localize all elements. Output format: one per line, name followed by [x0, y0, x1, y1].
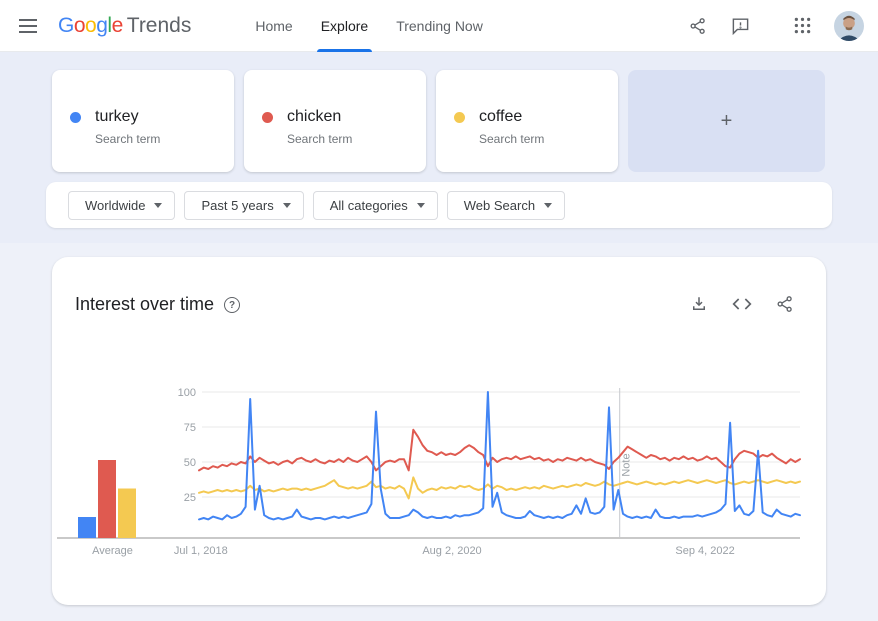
logo-letter: g	[96, 14, 107, 37]
term-card-chicken[interactable]: chicken Search term	[244, 70, 426, 172]
x-tick-label: Jul 1, 2018	[174, 545, 228, 557]
content: Interest over time ?	[0, 243, 878, 621]
average-bar-chicken	[98, 460, 116, 538]
y-tick-label: 75	[184, 422, 196, 434]
term-label: turkey	[95, 108, 160, 126]
hamburger-icon	[19, 19, 37, 33]
share-icon	[689, 17, 707, 35]
google-trends-logo[interactable]: Google Trends	[58, 14, 191, 38]
card-title: Interest over time	[75, 294, 214, 315]
term-cards-row: turkey Search term chicken Search term c…	[52, 70, 826, 172]
term-card-turkey[interactable]: turkey Search term	[52, 70, 234, 172]
term-label: chicken	[287, 108, 352, 126]
plus-icon: +	[721, 110, 733, 133]
add-comparison-card[interactable]: +	[628, 70, 825, 172]
series-line-chicken	[199, 430, 800, 471]
term-type: Search term	[479, 132, 544, 146]
term-type: Search term	[287, 132, 352, 146]
chevron-down-icon	[544, 203, 552, 208]
help-icon[interactable]: ?	[224, 297, 240, 313]
share-chart-button[interactable]	[774, 293, 796, 315]
logo-letter: o	[85, 14, 96, 37]
filters-bar: Worldwide Past 5 years All categories We…	[46, 182, 832, 228]
average-bar-coffee	[118, 489, 136, 539]
y-tick-label: 25	[184, 492, 196, 504]
turkey-color-dot	[70, 112, 81, 123]
term-label: coffee	[479, 108, 544, 126]
logo-letter: e	[112, 14, 123, 37]
nav-trending-now[interactable]: Trending Now	[382, 0, 497, 52]
category-dropdown[interactable]: All categories	[313, 191, 438, 220]
chart-actions	[688, 293, 796, 315]
nav-explore[interactable]: Explore	[307, 0, 382, 52]
term-card-coffee[interactable]: coffee Search term	[436, 70, 618, 172]
interest-over-time-chart[interactable]: 25 50 75 100 Note Jul 1, 2018 Aug 2, 2020 Sep 4…	[52, 315, 826, 605]
y-tick-label: 50	[184, 457, 196, 469]
series-line-coffee	[199, 477, 800, 498]
chevron-down-icon	[283, 203, 291, 208]
chevron-down-icon	[417, 203, 425, 208]
download-button[interactable]	[688, 293, 710, 315]
share-icon	[776, 295, 794, 313]
avatar-photo	[834, 11, 864, 41]
note-label: Note	[621, 453, 633, 476]
interest-over-time-card: Interest over time ?	[52, 257, 826, 605]
card-header: Interest over time ?	[52, 257, 826, 315]
apps-button[interactable]	[784, 8, 820, 44]
feedback-button[interactable]	[722, 8, 758, 44]
search-type-dropdown[interactable]: Web Search	[447, 191, 565, 220]
page: Google Trends Home Explore Trending Now	[0, 0, 878, 621]
download-icon	[690, 295, 708, 313]
term-type: Search term	[95, 132, 160, 146]
nav-home[interactable]: Home	[241, 0, 306, 52]
share-button[interactable]	[680, 8, 716, 44]
avatar[interactable]	[834, 11, 864, 41]
menu-button[interactable]	[8, 6, 48, 46]
logo-letter: G	[58, 14, 74, 37]
logo-letter: o	[74, 14, 85, 37]
coffee-color-dot	[454, 112, 465, 123]
feedback-icon	[731, 16, 750, 35]
main-nav: Home Explore Trending Now	[241, 0, 496, 52]
series-line-turkey	[199, 392, 800, 519]
x-tick-label: Sep 4, 2022	[675, 545, 734, 557]
app-header: Google Trends Home Explore Trending Now	[0, 0, 878, 52]
y-tick-label: 100	[178, 387, 196, 399]
region-dropdown[interactable]: Worldwide	[68, 191, 175, 220]
x-tick-label: Aug 2, 2020	[422, 545, 481, 557]
compare-section: turkey Search term chicken Search term c…	[0, 52, 878, 243]
header-actions	[680, 8, 878, 44]
trends-wordmark: Trends	[127, 14, 192, 38]
time-range-dropdown[interactable]: Past 5 years	[184, 191, 303, 220]
google-wordmark: Google	[58, 14, 123, 38]
apps-grid-icon	[794, 17, 811, 34]
chicken-color-dot	[262, 112, 273, 123]
average-label: Average	[92, 545, 133, 557]
average-bar-turkey	[78, 517, 96, 538]
embed-button[interactable]	[731, 293, 753, 315]
embed-code-icon	[732, 296, 752, 312]
chevron-down-icon	[154, 203, 162, 208]
